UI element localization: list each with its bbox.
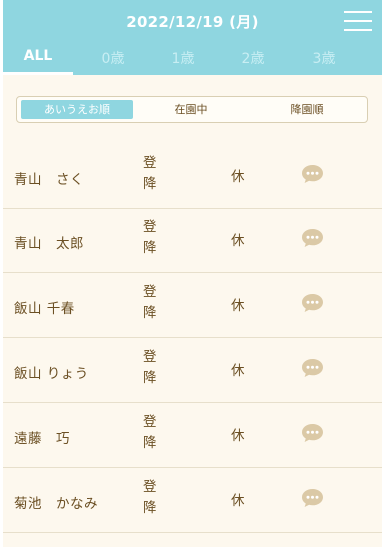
leave-button[interactable]: 降 (143, 433, 157, 454)
child-name: 青山 さく (14, 172, 84, 188)
attendance-buttons: 登降 (143, 477, 157, 519)
tab-age-1[interactable]: 1歳 (148, 48, 218, 75)
arrive-button[interactable]: 登 (143, 217, 157, 238)
tab-age-0[interactable]: 0歳 (78, 48, 148, 75)
age-tabs: ALL 0歳 1歳 2歳 3歳 (3, 48, 382, 75)
child-name: 遠藤 巧 (14, 431, 70, 447)
arrive-button[interactable]: 登 (143, 282, 157, 303)
tab-age-2[interactable]: 2歳 (218, 48, 288, 75)
leave-button[interactable]: 降 (143, 303, 157, 324)
sort-present-button[interactable]: 在園中 (135, 100, 247, 119)
absent-button[interactable]: 休 (231, 489, 245, 509)
list-item: 青山 さく 登降 休 (3, 144, 382, 209)
child-name: 飯山 りょう (14, 366, 89, 382)
absent-button[interactable]: 休 (231, 294, 245, 314)
speech-bubble-icon[interactable] (301, 358, 324, 378)
child-name: 飯山 千春 (14, 301, 75, 317)
speech-bubble-icon[interactable] (301, 423, 324, 443)
leave-button[interactable]: 降 (143, 498, 157, 519)
arrive-button[interactable]: 登 (143, 412, 157, 433)
attendance-buttons: 登降 (143, 282, 157, 324)
tab-age-3[interactable]: 3歳 (289, 48, 359, 75)
absent-button[interactable]: 休 (231, 165, 245, 185)
date-title: 2022/12/19 (月) (126, 13, 259, 31)
list-item: 青山 太郎 登降 休 (3, 208, 382, 273)
speech-bubble-icon[interactable] (301, 164, 324, 184)
arrive-button[interactable]: 登 (143, 153, 157, 174)
attendance-buttons: 登降 (143, 347, 157, 389)
leave-button[interactable]: 降 (143, 238, 157, 259)
absent-button[interactable]: 休 (231, 359, 245, 379)
arrive-button[interactable]: 登 (143, 477, 157, 498)
app-screen: 2022/12/19 (月) ALL 0歳 1歳 2歳 3歳 あいうえお順 在園… (3, 0, 382, 547)
hamburger-menu-icon[interactable] (344, 11, 372, 31)
absent-button[interactable]: 休 (231, 229, 245, 249)
list-item: 遠藤 巧 登降 休 (3, 403, 382, 468)
speech-bubble-icon[interactable] (301, 228, 324, 248)
sort-segmented-control: あいうえお順 在園中 降園順 (16, 96, 368, 123)
speech-bubble-icon[interactable] (301, 293, 324, 313)
list-item: 菊池 かなみ 登降 休 (3, 468, 382, 533)
list-item: 飯山 千春 登降 休 (3, 273, 382, 338)
absent-button[interactable]: 休 (231, 424, 245, 444)
arrive-button[interactable]: 登 (143, 347, 157, 368)
attendance-buttons: 登降 (143, 153, 157, 195)
sort-departure-button[interactable]: 降園順 (251, 100, 363, 119)
leave-button[interactable]: 降 (143, 368, 157, 389)
list-item: 飯山 りょう 登降 休 (3, 338, 382, 403)
child-name: 青山 太郎 (14, 236, 84, 252)
speech-bubble-icon[interactable] (301, 488, 324, 508)
child-name: 菊池 かなみ (14, 496, 98, 512)
header-bar: 2022/12/19 (月) ALL 0歳 1歳 2歳 3歳 (3, 0, 382, 75)
attendance-buttons: 登降 (143, 217, 157, 259)
attendance-buttons: 登降 (143, 412, 157, 454)
leave-button[interactable]: 降 (143, 174, 157, 195)
tab-all[interactable]: ALL (3, 48, 73, 75)
sort-aiueo-button[interactable]: あいうえお順 (21, 100, 133, 119)
